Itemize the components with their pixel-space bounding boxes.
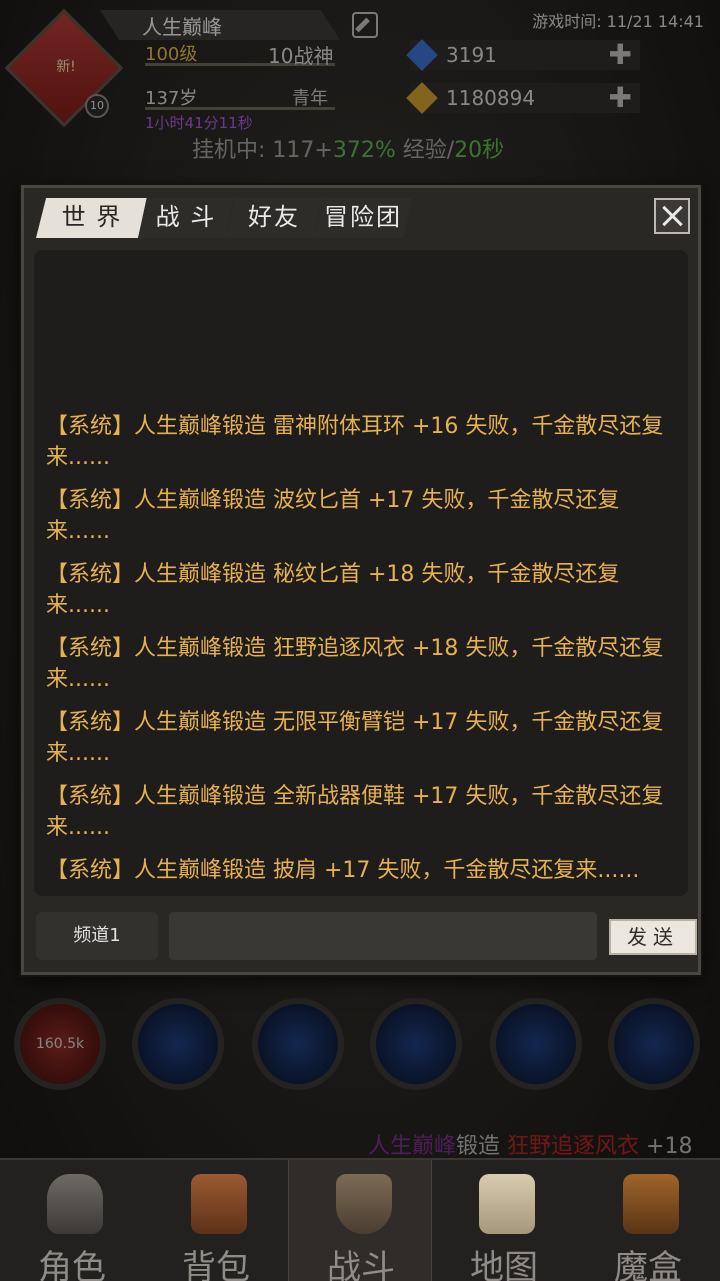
idle-prefix: 挂机中: 117+ — [192, 138, 333, 163]
chat-message: 【系统】人生巅峰锻造 披肩 +17 失败，千金散尽还复来...... — [46, 858, 640, 883]
idle-interval: 20秒 — [454, 138, 505, 163]
send-button[interactable]: 发送 — [609, 919, 697, 955]
gold-icon — [406, 82, 438, 114]
life-stage: 青年 — [292, 88, 328, 109]
hp-value: 160.5k — [35, 1036, 85, 1052]
crystal-icon — [406, 39, 438, 71]
nav-magic-box[interactable]: 魔盒 — [576, 1160, 720, 1281]
bottom-nav: 角色 背包 战斗 地图 魔盒 — [0, 1158, 720, 1281]
helmet-icon — [47, 1174, 103, 1234]
marquee-item: 狂野追逐风衣 — [507, 1134, 640, 1159]
close-button[interactable] — [654, 198, 690, 234]
tab-battle[interactable]: 战 斗 — [138, 198, 234, 238]
nav-label: 角色 — [38, 1248, 106, 1281]
chat-message: 【系统】人生巅峰锻造 无限平衡臂铠 +17 失败，千金散尽还复来...... — [46, 710, 664, 766]
chat-message: 【系统】人生巅峰锻造 波纹匕首 +17 失败，千金散尽还复来...... — [46, 488, 620, 544]
magic-box-icon — [623, 1174, 679, 1234]
player-title: 10战神 — [268, 44, 334, 68]
nav-label: 背包 — [182, 1248, 250, 1281]
crescent-skill-icon[interactable] — [252, 998, 344, 1090]
chat-message: 【系统】人生巅峰锻造 雷神附体耳环 +16 失败，千金散尽还复来...... — [46, 414, 664, 470]
marquee-player: 人生巅峰 — [368, 1134, 457, 1159]
idle-status: 挂机中: 117+372% 经验/20秒 — [192, 132, 504, 164]
chat-message: 【系统】人生巅峰锻造 秘纹匕首 +18 失败，千金散尽还复来...... — [46, 562, 620, 618]
game-time: 游戏时间: 11/21 14:41 — [532, 12, 704, 31]
nav-backpack[interactable]: 背包 — [144, 1160, 288, 1281]
countdown-timer: 1小时41分11秒 — [145, 114, 253, 132]
avatar-level-badge: 10 — [85, 94, 109, 118]
chat-input[interactable] — [169, 912, 597, 960]
nav-label: 魔盒 — [614, 1248, 682, 1281]
scroll-map-icon — [479, 1174, 535, 1234]
nav-battle[interactable]: 战斗 — [288, 1160, 432, 1281]
nav-label: 战斗 — [327, 1248, 395, 1281]
marquee-level: +18 — [639, 1134, 693, 1159]
nav-label: 地图 — [470, 1248, 538, 1281]
rune-skill-icon[interactable] — [370, 998, 462, 1090]
nav-character[interactable]: 角色 — [0, 1160, 144, 1281]
wave-skill-icon[interactable] — [608, 998, 700, 1090]
add-crystal-button[interactable]: ✚ — [609, 40, 632, 70]
gold-count: 1180894 — [446, 86, 536, 110]
marquee-action: 锻造 — [456, 1134, 508, 1159]
add-gold-button[interactable]: ✚ — [609, 83, 632, 113]
crystal-count: 3191 — [446, 43, 497, 67]
idle-mid: 经验/ — [395, 138, 455, 163]
message-list: 【系统】人生巅峰锻造 雷神附体耳环 +16 失败，千金散尽还复来...... 【系… — [34, 399, 688, 886]
tab-friends[interactable]: 好友 — [226, 198, 322, 238]
health-orb-icon: 160.5k — [14, 998, 106, 1090]
chat-message-panel[interactable]: 【系统】人生巅峰锻造 雷神附体耳环 +16 失败，千金散尽还复来...... 【系… — [34, 250, 688, 896]
splash-skill-icon[interactable] — [490, 998, 582, 1090]
chat-modal: 世 界 战 斗 好友 冒险团 【系统】人生巅峰锻造 雷神附体耳环 +16 失败，… — [21, 185, 701, 975]
chat-message: 【系统】人生巅峰锻造 狂野追逐风衣 +18 失败，千金散尽还复来...... — [46, 636, 664, 692]
gold-resource: 1180894 ✚ — [406, 82, 640, 114]
nav-map[interactable]: 地图 — [432, 1160, 576, 1281]
chat-message: 【系统】人生巅峰锻造 全新战器便鞋 +17 失败，千金散尽还复来...... — [46, 784, 664, 840]
sword-shield-icon — [336, 1174, 392, 1234]
edit-icon[interactable] — [352, 12, 378, 38]
backpack-icon — [191, 1174, 247, 1234]
system-marquee: 人生巅峰锻造 狂野追逐风衣 +18 — [368, 1128, 692, 1160]
tab-world[interactable]: 世 界 — [36, 198, 148, 238]
crystal-resource: 3191 ✚ — [406, 39, 640, 71]
channel-selector[interactable]: 频道1 — [36, 912, 158, 960]
tab-guild[interactable]: 冒险团 — [314, 198, 412, 238]
sword-skill-icon[interactable] — [132, 998, 224, 1090]
player-name: 人生巅峰 — [142, 15, 222, 39]
idle-rate: 372% — [332, 138, 396, 163]
new-badge: 新! — [56, 59, 76, 75]
